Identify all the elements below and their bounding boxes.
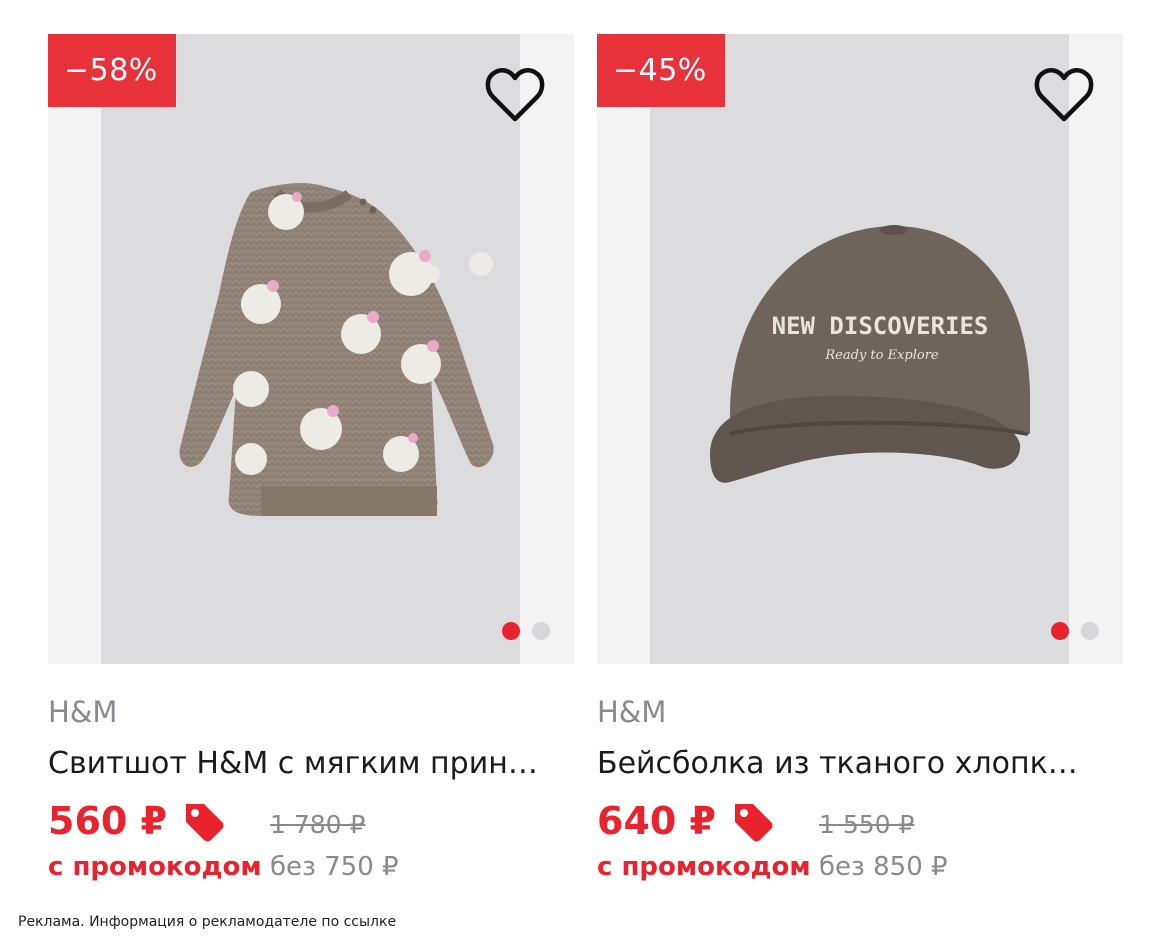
discount-badge: −45% xyxy=(597,34,725,107)
cap-embroidery-subtext: Ready to Explore xyxy=(824,348,939,363)
product-gallery[interactable]: NEW DISCOVERIES Ready to Explore −45% xyxy=(597,34,1123,664)
favorite-heart-icon[interactable] xyxy=(484,66,546,124)
product-image-cap[interactable]: NEW DISCOVERIES Ready to Explore xyxy=(650,34,1069,664)
pagination-dot-active[interactable] xyxy=(1051,622,1069,640)
product-gallery[interactable]: −58% xyxy=(48,34,574,664)
price-without-promo: без 750 ₽ xyxy=(270,852,399,882)
promo-label: с промокодом xyxy=(597,852,811,882)
old-price: 1 780 ₽ xyxy=(270,810,366,839)
gallery-pagination xyxy=(502,622,550,640)
price-without-promo: без 850 ₽ xyxy=(819,852,948,882)
product-card[interactable]: NEW DISCOVERIES Ready to Explore −45% H&… xyxy=(597,34,1123,890)
price-row: 640 ₽ 1 550 ₽ xyxy=(597,796,1123,850)
pagination-dot[interactable] xyxy=(532,622,550,640)
promo-tag-icon xyxy=(186,804,224,842)
cap-image: NEW DISCOVERIES Ready to Explore xyxy=(710,225,1030,483)
old-price: 1 550 ₽ xyxy=(819,810,915,839)
product-card[interactable]: −58% H&M Свитшот H&M с мягким прин… 560 … xyxy=(48,34,574,890)
promo-row: с промокодом без 850 ₽ xyxy=(597,850,1123,890)
product-title[interactable]: Свитшот H&M с мягким прин… xyxy=(48,744,574,784)
cap-embroidery-text: NEW DISCOVERIES xyxy=(772,312,989,340)
promo-price: 640 ₽ xyxy=(597,799,716,843)
promo-tag-icon xyxy=(735,804,773,842)
ad-disclaimer-link[interactable]: Реклама. Информация о рекламодателе по с… xyxy=(18,912,396,932)
promo-price: 560 ₽ xyxy=(48,799,167,843)
product-image-sweatshirt[interactable] xyxy=(101,34,520,664)
discount-badge: −58% xyxy=(48,34,176,107)
sweatshirt-image xyxy=(179,183,494,516)
product-title[interactable]: Бейсболка из тканого хлопк… xyxy=(597,744,1123,784)
gallery-pagination xyxy=(1051,622,1099,640)
product-brand: H&M xyxy=(597,695,667,729)
promo-row: с промокодом без 750 ₽ xyxy=(48,850,574,890)
pagination-dot-active[interactable] xyxy=(502,622,520,640)
price-row: 560 ₽ 1 780 ₽ xyxy=(48,796,574,850)
promo-label: с промокодом xyxy=(48,852,262,882)
product-brand: H&M xyxy=(48,695,118,729)
favorite-heart-icon[interactable] xyxy=(1033,66,1095,124)
pagination-dot[interactable] xyxy=(1081,622,1099,640)
